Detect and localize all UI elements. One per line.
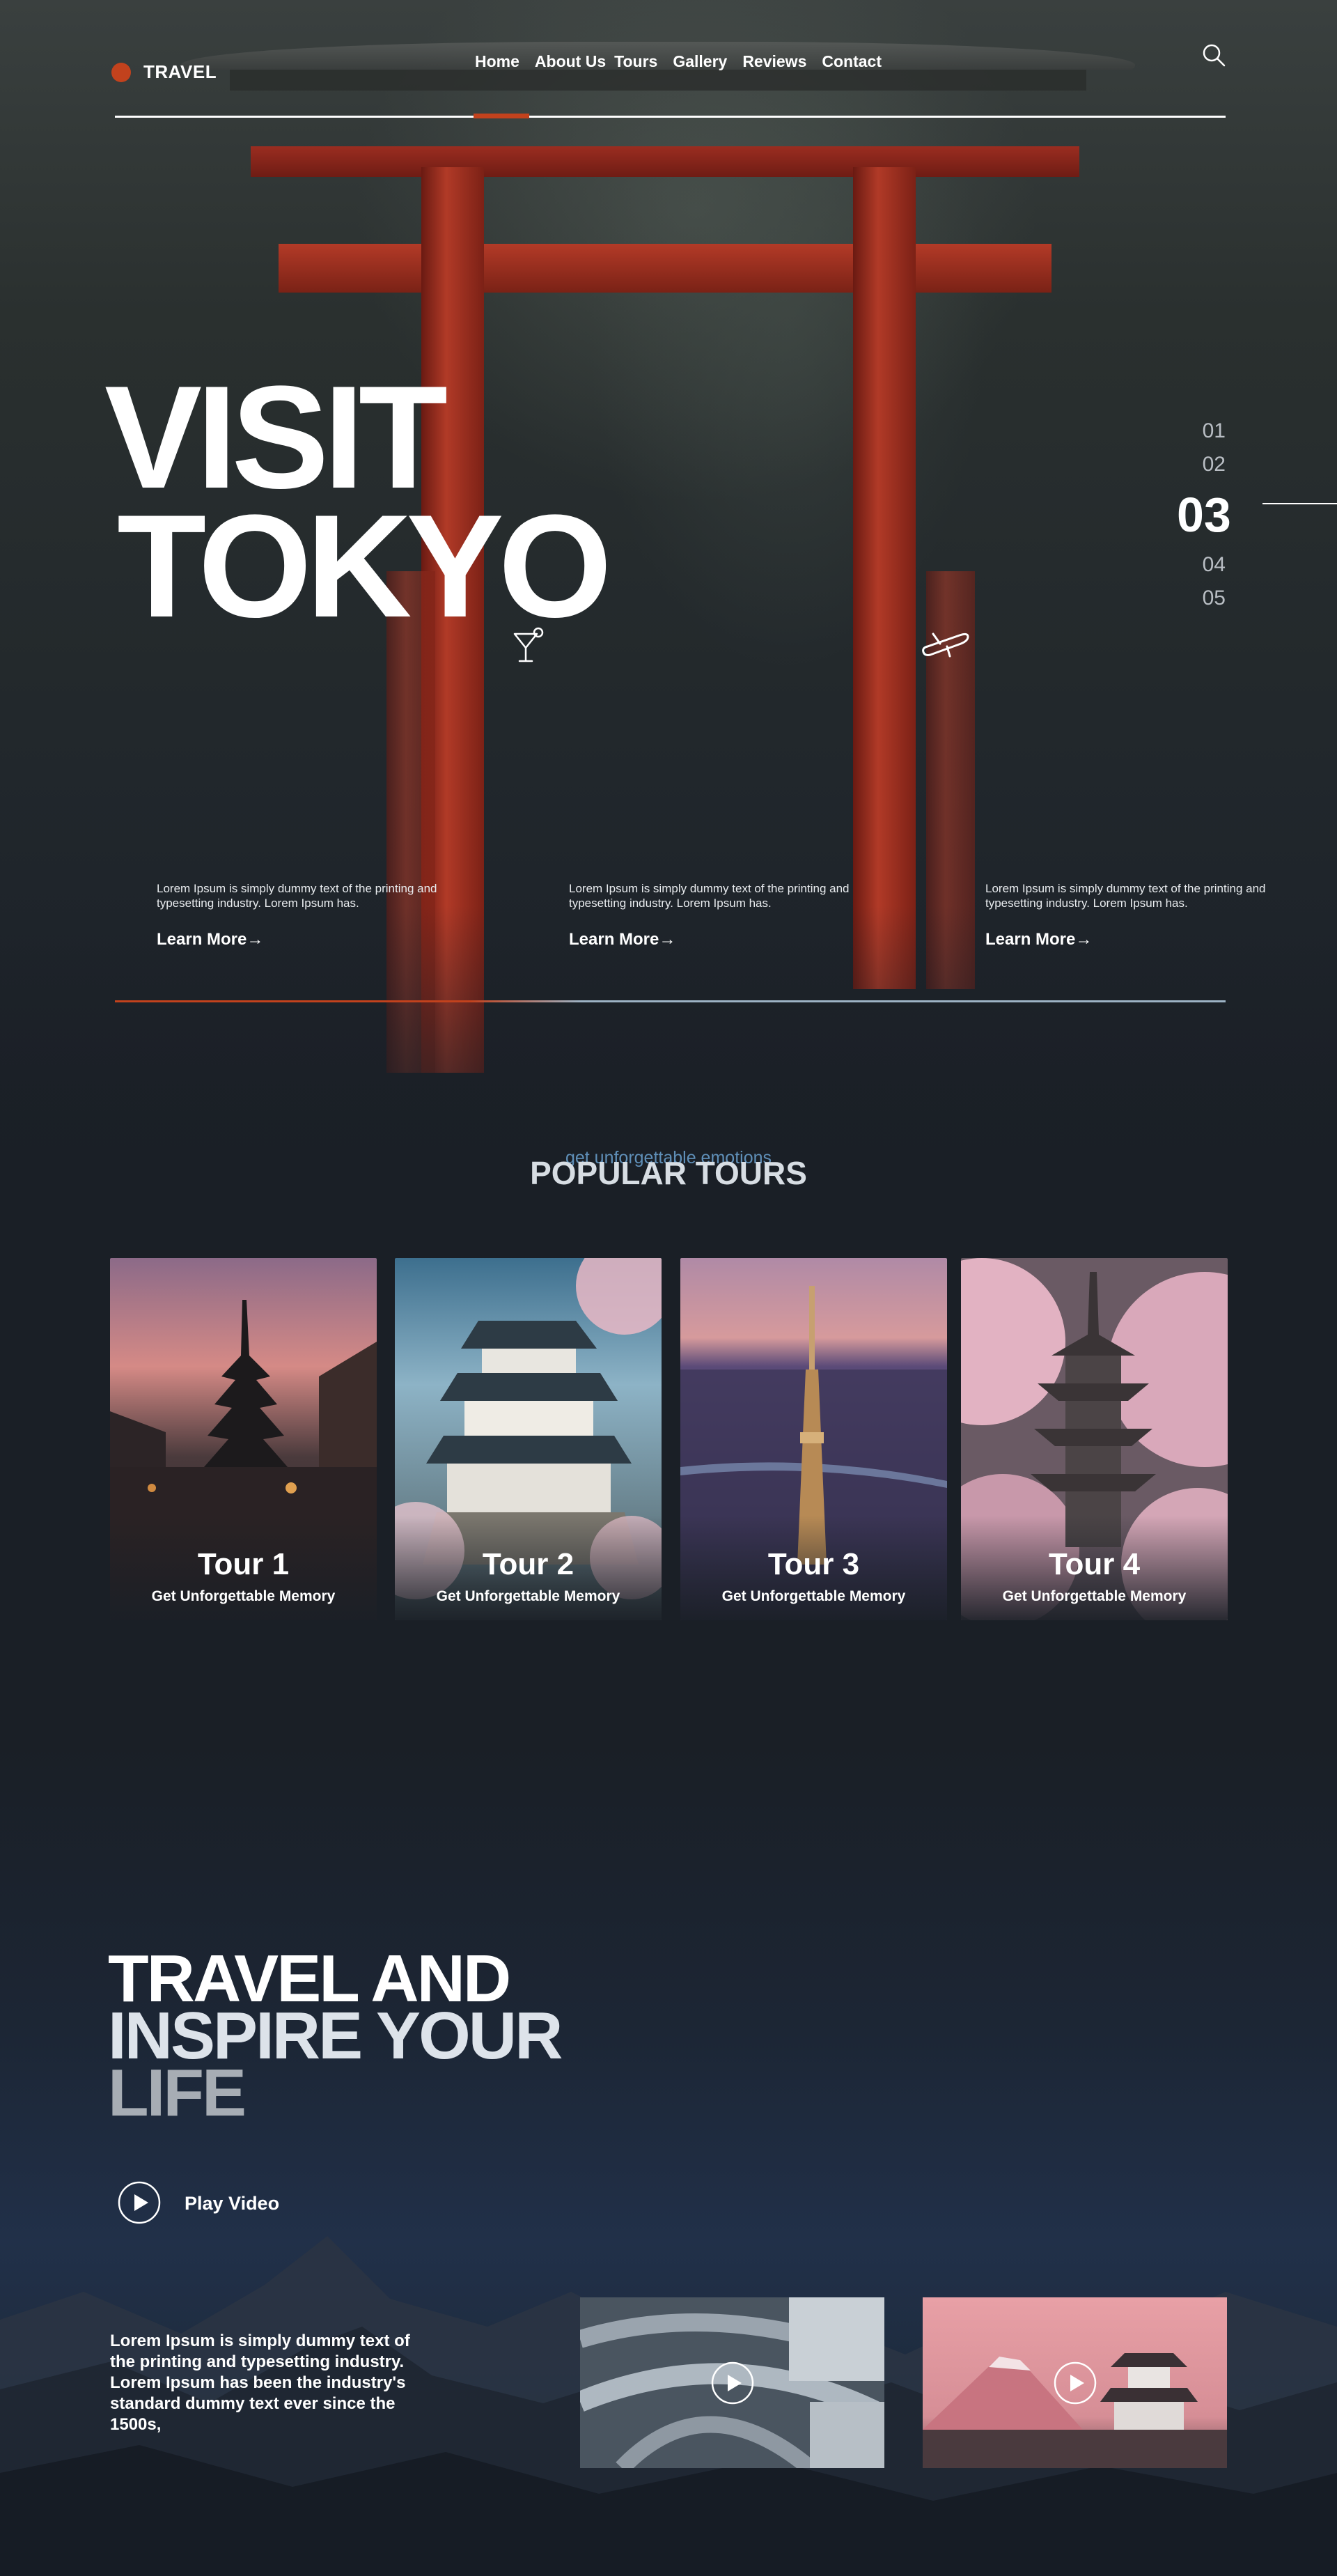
torii-pillar-right	[853, 167, 916, 989]
nav-tours[interactable]: Tours	[614, 52, 657, 71]
tour-card[interactable]: Tour 2 Get Unforgettable Memory	[395, 1258, 662, 1620]
tour-title: Tour 4	[1048, 1547, 1141, 1581]
nav-divider	[115, 116, 1226, 118]
play-icon[interactable]	[1053, 2361, 1097, 2405]
learn-more-link[interactable]: Learn More→	[569, 930, 861, 949]
nav-gallery[interactable]: Gallery	[673, 52, 727, 71]
nav-active-indicator	[474, 114, 529, 118]
info-text: Lorem Ipsum is simply dummy text of the …	[985, 882, 1266, 910]
video-thumbnail-fuji[interactable]	[923, 2297, 1227, 2468]
inspire-title: TRAVEL AND INSPIRE YOUR LIFE	[108, 1946, 563, 2130]
slide-indicator: 01 02 03 04 05	[1177, 414, 1231, 615]
inspire-description: Lorem Ipsum is simply dummy text of the …	[110, 2331, 410, 2434]
tour-title: Tour 2	[482, 1547, 574, 1581]
torii-beam-top	[251, 146, 1079, 177]
slide-number[interactable]: 04	[1177, 548, 1226, 582]
tour-subtitle: Get Unforgettable Memory	[1002, 1588, 1187, 1604]
main-nav: Home About Us Tours Gallery Reviews Cont…	[475, 52, 897, 71]
tour-subtitle: Get Unforgettable Memory	[721, 1588, 906, 1604]
hero-title: VISIT TOKYO	[104, 355, 612, 648]
learn-more-link[interactable]: Learn More→	[157, 930, 449, 949]
learn-more-link[interactable]: Learn More→	[985, 930, 1278, 949]
hero-divider	[115, 1000, 1226, 1002]
play-icon[interactable]	[710, 2361, 755, 2405]
video-thumbnail-highway[interactable]	[580, 2297, 884, 2468]
torii-roof-lower	[230, 70, 1086, 91]
slide-number[interactable]: 02	[1177, 448, 1226, 481]
section-heading: POPULAR TOURS	[530, 1155, 807, 1191]
airplane-icon	[922, 633, 969, 658]
slide-number[interactable]: 01	[1177, 414, 1226, 448]
tour-title: Tour 1	[197, 1547, 290, 1581]
search-icon[interactable]	[1202, 43, 1226, 67]
nav-contact[interactable]: Contact	[822, 52, 882, 71]
torii-beam	[279, 244, 1051, 293]
play-video-icon[interactable]	[117, 2180, 162, 2225]
slide-number-active[interactable]: 03	[1177, 481, 1231, 548]
logo-dot[interactable]	[111, 63, 131, 82]
nav-reviews[interactable]: Reviews	[742, 52, 806, 71]
inspire-title-line3: LIFE	[108, 2056, 247, 2130]
info-text: Lorem Ipsum is simply dummy text of the …	[157, 882, 437, 910]
water-reflection	[0, 906, 1337, 1254]
info-block-3: Lorem Ipsum is simply dummy text of the …	[985, 881, 1278, 949]
info-block-1: Lorem Ipsum is simply dummy text of the …	[157, 881, 449, 949]
slide-active-line	[1262, 503, 1337, 504]
tour-title: Tour 3	[767, 1547, 860, 1581]
info-block-2: Lorem Ipsum is simply dummy text of the …	[569, 881, 861, 949]
tour-subtitle: Get Unforgettable Memory	[436, 1588, 620, 1604]
nav-about-us[interactable]: About Us	[535, 52, 606, 71]
hero-title-line2: TOKYO	[117, 484, 612, 648]
cocktail-icon	[513, 627, 544, 662]
info-text: Lorem Ipsum is simply dummy text of the …	[569, 882, 850, 910]
slide-number[interactable]: 05	[1177, 582, 1226, 615]
tour-card[interactable]: Tour 3 Get Unforgettable Memory	[680, 1258, 947, 1620]
play-video-button[interactable]: Play Video	[185, 2193, 279, 2214]
tour-card[interactable]: Tour 4 Get Unforgettable Memory	[961, 1258, 1228, 1620]
tour-subtitle: Get Unforgettable Memory	[151, 1588, 336, 1604]
tour-card[interactable]: Tour 1 Get Unforgettable Memory	[110, 1258, 377, 1620]
logo-text[interactable]: TRAVEL	[143, 61, 217, 83]
hero-title-line1: VISIT	[104, 355, 448, 519]
nav-home[interactable]: Home	[475, 52, 519, 71]
